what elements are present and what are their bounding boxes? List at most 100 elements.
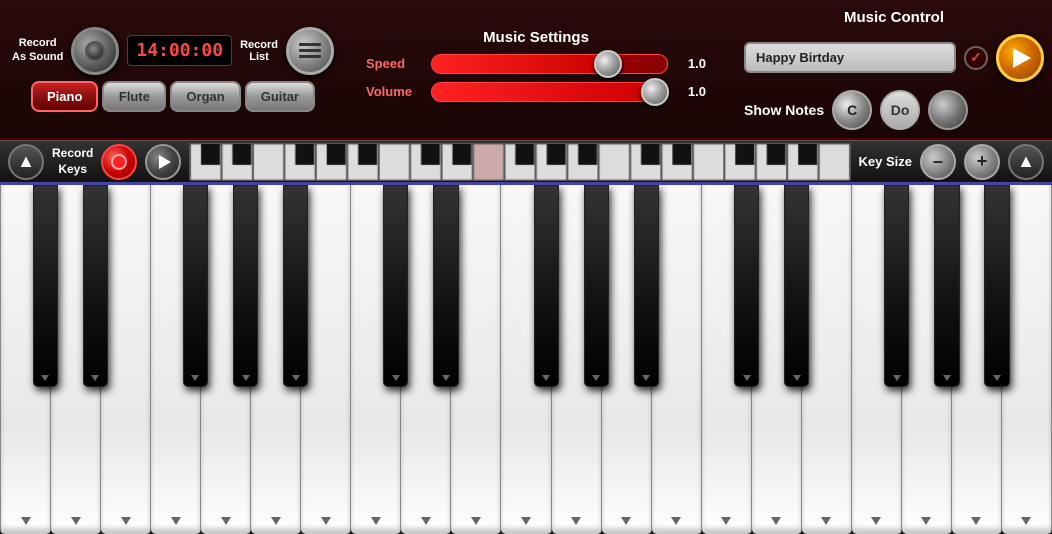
- instrument-piano-button[interactable]: Piano: [31, 81, 98, 112]
- key-arrow-icon: [171, 517, 181, 525]
- main-content: ▲ RecordKeys Key Size – + ▲: [0, 140, 1052, 534]
- toolbar: ▲ RecordKeys Key Size – + ▲: [0, 140, 1052, 185]
- key-arrow-icon: [771, 517, 781, 525]
- record-list-line2: List: [249, 51, 269, 63]
- show-notes-row: Show Notes C Do: [744, 90, 1044, 130]
- knob-inner: [85, 41, 105, 61]
- key-arrow-icon: [621, 517, 631, 525]
- record-as-sound-knob[interactable]: [71, 27, 119, 75]
- black-key-arrow-icon: [442, 375, 450, 381]
- white-key[interactable]: [652, 185, 702, 534]
- top-bar: Record As Sound 14:00:00 Record List Pia…: [0, 0, 1052, 140]
- key-arrow-icon: [321, 517, 331, 525]
- key-arrow-icon: [571, 517, 581, 525]
- music-control-title: Music Control: [744, 9, 1044, 26]
- key-arrow-icon: [921, 517, 931, 525]
- volume-slider-row: Volume 1.0: [366, 82, 706, 102]
- song-row: Happy Birtday ✓: [744, 34, 1044, 82]
- speed-thumb[interactable]: [594, 50, 622, 78]
- black-key[interactable]: [734, 185, 759, 387]
- record-button[interactable]: [101, 144, 137, 180]
- list-icon: [299, 43, 321, 58]
- record-as-sound-line2: As Sound: [12, 51, 63, 64]
- black-key[interactable]: [233, 185, 258, 387]
- instrument-buttons: Piano Flute Organ Guitar: [31, 81, 315, 112]
- key-arrow-icon: [721, 517, 731, 525]
- black-key[interactable]: [383, 185, 408, 387]
- timer-display: 14:00:00: [127, 35, 232, 66]
- key-size-label: Key Size: [859, 154, 912, 169]
- key-size-increase-button[interactable]: +: [964, 144, 1000, 180]
- black-key[interactable]: [283, 185, 308, 387]
- key-size-section: Key Size: [859, 154, 912, 169]
- play-keys-button[interactable]: [145, 144, 181, 180]
- black-key-arrow-icon: [793, 375, 801, 381]
- black-key[interactable]: [984, 185, 1009, 387]
- black-key-arrow-icon: [41, 375, 49, 381]
- volume-label: Volume: [366, 84, 421, 99]
- top-controls: Record As Sound 14:00:00 Record List: [12, 27, 334, 75]
- volume-value: 1.0: [678, 84, 706, 99]
- black-key-arrow-icon: [292, 375, 300, 381]
- black-key[interactable]: [534, 185, 559, 387]
- key-arrow-icon: [1021, 517, 1031, 525]
- instrument-flute-button[interactable]: Flute: [102, 81, 166, 112]
- black-key[interactable]: [183, 185, 208, 387]
- record-as-sound: Record As Sound: [12, 37, 63, 63]
- white-key[interactable]: [802, 185, 852, 534]
- black-key-arrow-icon: [242, 375, 250, 381]
- black-key[interactable]: [584, 185, 609, 387]
- checkmark-circle: ✓: [964, 46, 988, 70]
- white-key[interactable]: [101, 185, 151, 534]
- key-arrow-icon: [121, 517, 131, 525]
- piano-keyboard: [0, 185, 1052, 534]
- scroll-right-button[interactable]: ▲: [1008, 144, 1044, 180]
- instrument-guitar-button[interactable]: Guitar: [245, 81, 315, 112]
- speed-slider-row: Speed 1.0: [366, 54, 706, 74]
- white-key[interactable]: [451, 185, 501, 534]
- key-arrow-icon: [271, 517, 281, 525]
- key-arrow-icon: [421, 517, 431, 525]
- speed-label: Speed: [366, 56, 421, 71]
- black-key-arrow-icon: [943, 375, 951, 381]
- mini-keys-bar: [189, 143, 850, 181]
- song-select[interactable]: Happy Birtday: [744, 42, 956, 73]
- black-key-arrow-icon: [893, 375, 901, 381]
- black-key[interactable]: [433, 185, 458, 387]
- volume-thumb[interactable]: [641, 78, 669, 106]
- play-song-button[interactable]: [996, 34, 1044, 82]
- black-key[interactable]: [33, 185, 58, 387]
- key-arrow-icon: [671, 517, 681, 525]
- black-key-arrow-icon: [91, 375, 99, 381]
- music-settings-section: Music Settings Speed 1.0 Volume 1.0: [338, 29, 734, 110]
- speed-slider[interactable]: [431, 54, 668, 74]
- record-list-button[interactable]: [286, 27, 334, 75]
- key-arrow-icon: [971, 517, 981, 525]
- volume-slider[interactable]: [431, 82, 668, 102]
- white-key[interactable]: [301, 185, 351, 534]
- notes-knob[interactable]: [928, 90, 968, 130]
- left-section: Record As Sound 14:00:00 Record List Pia…: [8, 27, 338, 112]
- black-key[interactable]: [634, 185, 659, 387]
- black-key-arrow-icon: [542, 375, 550, 381]
- scroll-left-button[interactable]: ▲: [8, 144, 44, 180]
- speed-value: 1.0: [678, 56, 706, 71]
- black-key[interactable]: [784, 185, 809, 387]
- key-arrow-icon: [371, 517, 381, 525]
- record-list-line1: Record: [240, 39, 278, 51]
- key-size-decrease-button[interactable]: –: [920, 144, 956, 180]
- key-arrow-icon: [71, 517, 81, 525]
- note-do-button[interactable]: Do: [880, 90, 920, 130]
- instrument-organ-button[interactable]: Organ: [170, 81, 240, 112]
- black-key[interactable]: [884, 185, 909, 387]
- key-arrow-icon: [871, 517, 881, 525]
- black-key-arrow-icon: [592, 375, 600, 381]
- note-c-button[interactable]: C: [832, 90, 872, 130]
- music-settings-title: Music Settings: [483, 29, 589, 46]
- piano-area: [0, 185, 1052, 534]
- black-key[interactable]: [934, 185, 959, 387]
- black-key[interactable]: [83, 185, 108, 387]
- speed-fill: [432, 55, 608, 73]
- record-as-sound-line1: Record: [19, 37, 57, 50]
- key-arrow-icon: [221, 517, 231, 525]
